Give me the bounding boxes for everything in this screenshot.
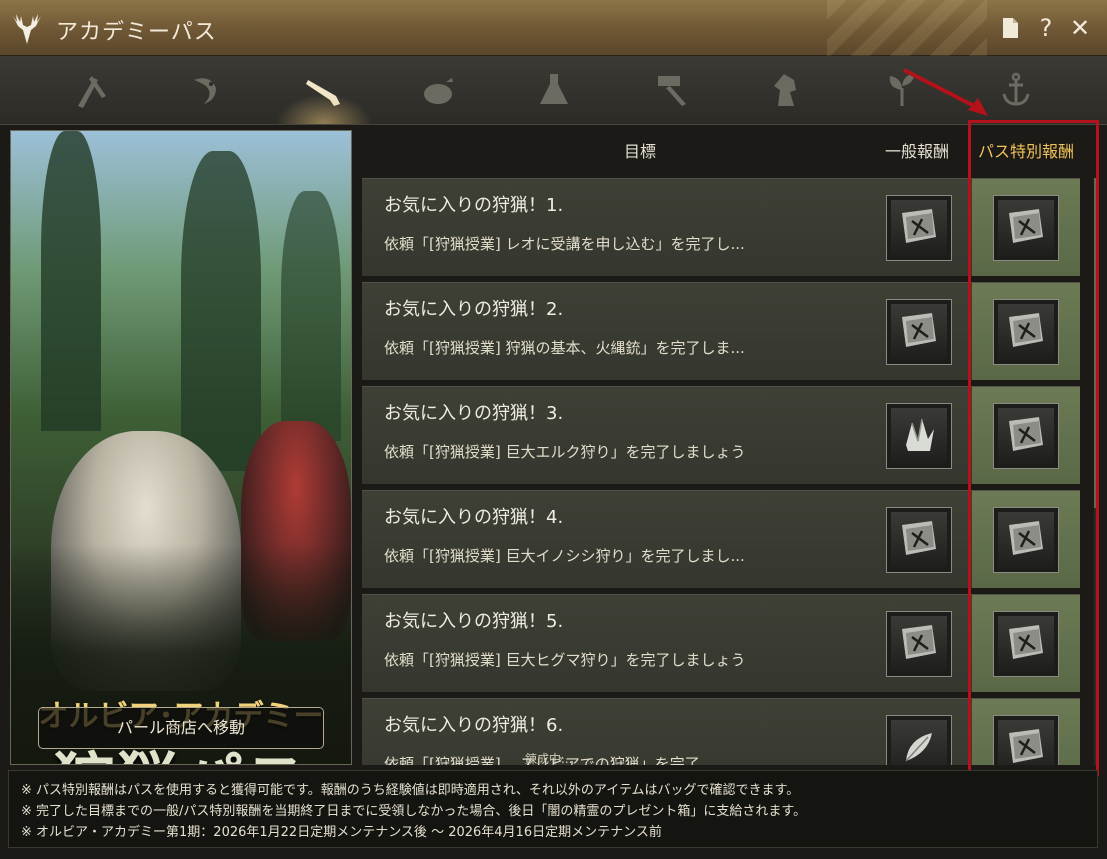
pass-reward-slot[interactable] [993,403,1059,469]
tab-training[interactable] [760,66,812,114]
pearl-shop-button[interactable]: パール商店へ移動 [38,707,324,749]
objective-title: お気に入りの狩猟！1. [384,195,564,216]
skill-book-icon [902,625,936,659]
title-bar: アカデミーパス ? ✕ [0,0,1107,56]
hammer-icon [658,76,686,106]
list-item: お気に入りの狩猟！4. 依頼「[狩猟授業] 巨大イノシシ狩り」を完了しまし... [362,490,1080,588]
tab-sailing[interactable] [990,66,1042,114]
list-item: お気に入りの狩猟！6. 依頼「[狩猟授業] ...スリビアでの狩猟」を完了... [362,698,1080,765]
objective-desc: 依頼「[狩猟授業] 巨大エルク狩り」を完了しましょう [384,443,746,461]
pass-reward-slot[interactable] [993,507,1059,573]
pass-reward-slot[interactable] [993,611,1059,677]
close-button[interactable]: ✕ [1066,14,1094,42]
musket-icon [306,80,340,106]
header-normal-reward: 一般報酬 [885,142,950,161]
pass-reward-slot[interactable] [993,195,1059,261]
header-target: 目標 [624,142,657,161]
scrollbar-thumb[interactable] [1094,178,1099,508]
objective-title: お気に入りの狩猟！5. [384,611,564,632]
help-button[interactable]: ? [1032,14,1060,42]
objective-desc: 依頼「[狩猟授業] 狩猟の基本、火縄銃」を完了しま... [384,339,745,357]
cooking-icon [424,78,453,104]
objective-title: お気に入りの狩猟！2. [384,299,564,320]
tab-farming[interactable] [876,66,928,114]
feather-icon [905,733,932,762]
horse-icon [774,74,796,106]
header-pass-reward: パス特別報酬 [978,142,1075,161]
pickaxe-icon [78,76,106,108]
tab-alchemy[interactable] [528,66,580,114]
objective-desc: 依頼「[狩猟授業] 巨大ヒグマ狩り」を完了しましょう [384,651,746,669]
skill-book-icon [902,521,936,555]
list-item: お気に入りの狩猟！2. 依頼「[狩猟授業] 狩猟の基本、火縄銃」を完了しま... [362,282,1080,380]
tab-cooking[interactable] [412,66,464,114]
document-icon[interactable] [996,14,1024,42]
list-item: お気に入りの狩猟！3. 依頼「[狩猟授業] 巨大エルク狩り」を完了しましょう [362,386,1080,484]
normal-reward-slot[interactable] [886,403,952,469]
normal-reward-slot[interactable] [886,507,952,573]
skill-book-icon [902,313,936,347]
footer-notes: ※ パス特別報酬はパスを使用すると獲得可能です。報酬のうち経験値は即時適用され、… [8,770,1098,848]
stag-logo-icon [13,14,41,44]
progress-label: 錬成中... [525,752,573,766]
objective-list: お気に入りの狩猟！1. 依頼「[狩猟授業] レオに受講を申し込む」を完了し...… [362,178,1084,765]
footer-note: ※ 完了した目標までの一般/パス特別報酬を当期終了日までに受領しなかった場合、後… [21,804,807,819]
skill-book-icon [1009,729,1043,763]
list-item: お気に入りの狩猟！1. 依頼「[狩猟授業] レオに受講を申し込む」を完了し... [362,178,1080,276]
skill-book-icon [1009,521,1043,555]
objective-desc: 依頼「[狩猟授業] 巨大イノシシ狩り」を完了しまし... [384,547,745,565]
normal-reward-slot[interactable] [886,195,952,261]
footer-note: ※ オルビア・アカデミー第1期：2026年1月22日定期メンテナンス後 〜 20… [21,825,662,840]
tab-hunting[interactable] [276,66,372,124]
tab-processing[interactable] [646,66,698,114]
objective-title: お気に入りの狩猟！6. [384,715,564,736]
skill-book-icon [1009,209,1043,243]
fish-icon [194,78,216,104]
normal-reward-slot[interactable] [886,715,952,765]
title-decoration [827,0,987,56]
list-item: お気に入りの狩猟！5. 依頼「[狩猟授業] 巨大ヒグマ狩り」を完了しましょう [362,594,1080,692]
pass-reward-slot[interactable] [993,299,1059,365]
anchor-icon [1002,72,1030,106]
category-tabs [0,56,1107,125]
objective-title: お気に入りの狩猟！4. [384,507,564,528]
skill-book-icon [1009,313,1043,347]
hunting-pass-banner: オルビア･アカデミー 狩猟パス [10,130,352,765]
tab-fishing[interactable] [180,66,232,114]
flask-icon [540,74,568,104]
tab-gathering[interactable] [66,66,118,114]
objective-desc: 依頼「[狩猟授業] レオに受講を申し込む」を完了し... [384,235,745,253]
window-title: アカデミーパス [56,20,217,45]
objective-title: お気に入りの狩猟！3. [384,403,564,424]
crystal-icon [906,418,934,451]
skill-book-icon [1009,625,1043,659]
skill-book-icon [902,209,936,243]
sprout-icon [889,74,914,106]
list-scrollbar[interactable] [1094,178,1099,765]
skill-book-icon [1009,417,1043,451]
normal-reward-slot[interactable] [886,299,952,365]
normal-reward-slot[interactable] [886,611,952,677]
pass-reward-slot[interactable] [993,715,1059,765]
footer-note: ※ パス特別報酬はパスを使用すると獲得可能です。報酬のうち経験値は即時適用され、… [21,783,800,798]
